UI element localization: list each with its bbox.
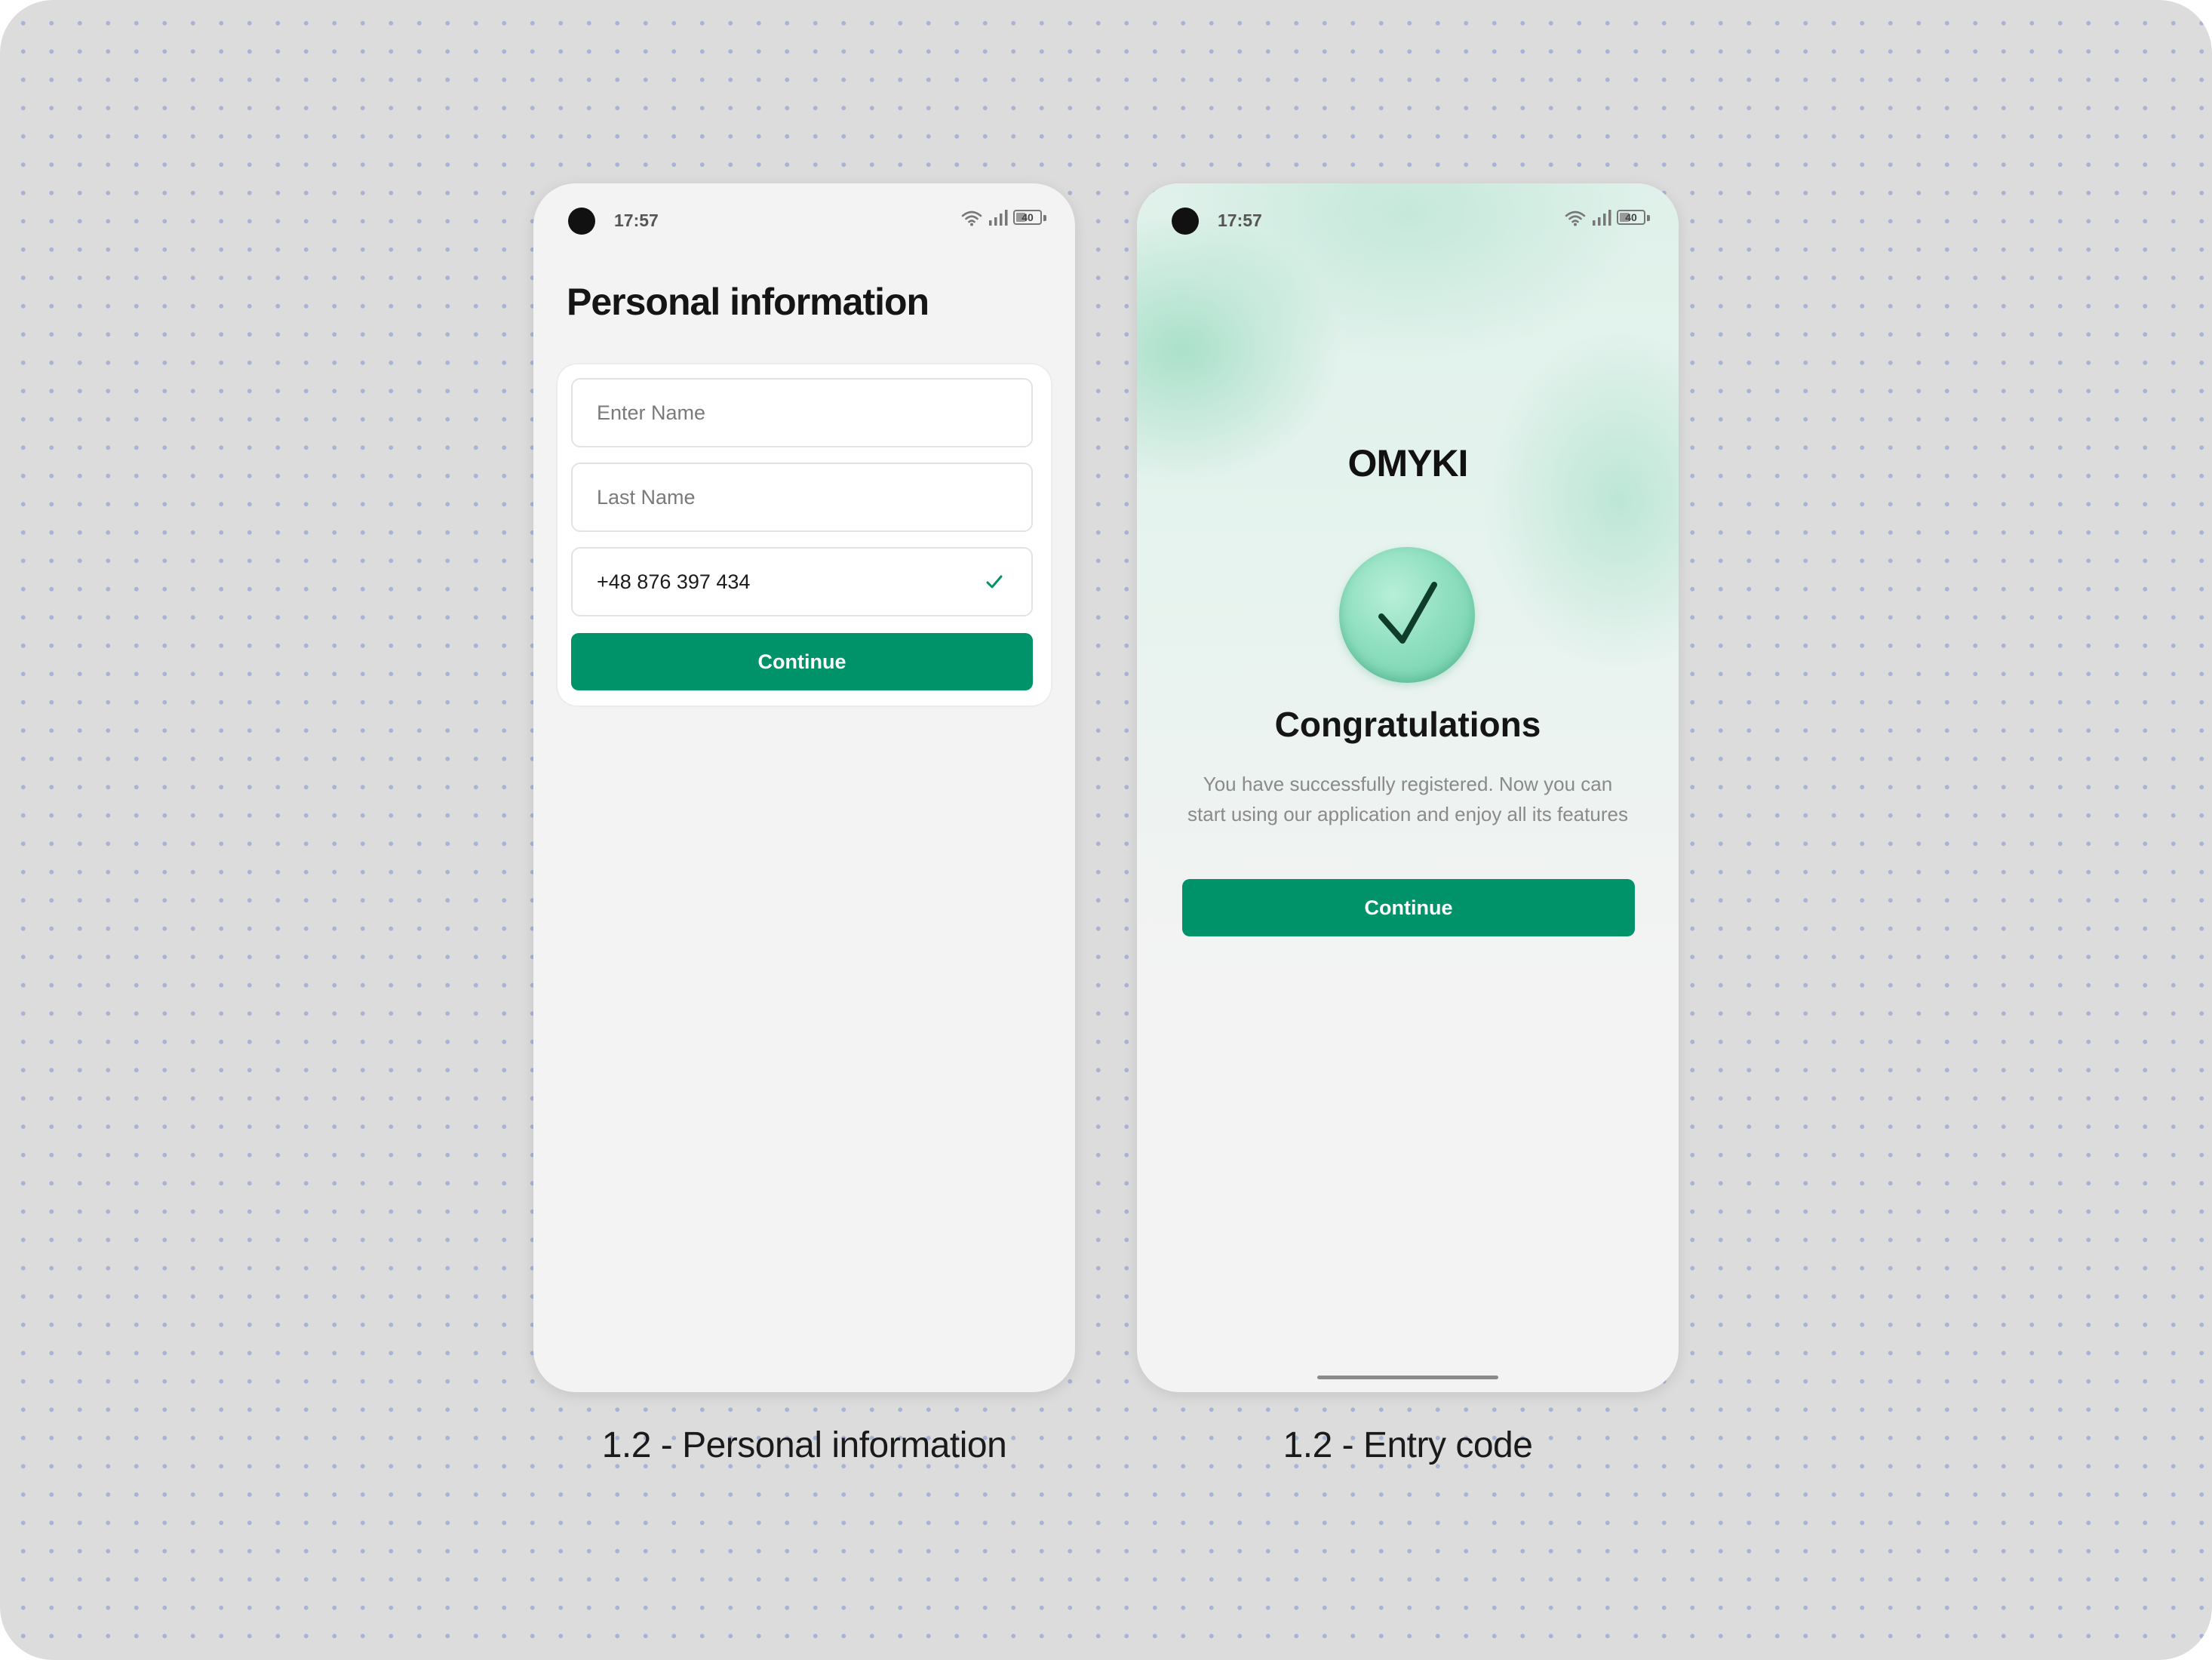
caption-entry-code: 1.2 - Entry code bbox=[1283, 1425, 1533, 1465]
status-bar: 17:57 40 bbox=[533, 183, 1075, 259]
battery-icon: 40 bbox=[1617, 210, 1650, 226]
battery-level: 40 bbox=[1625, 211, 1637, 223]
success-badge bbox=[1339, 547, 1475, 683]
status-bar: 17:57 40 bbox=[1137, 183, 1679, 259]
signal-icon bbox=[989, 210, 1008, 226]
status-time: 17:57 bbox=[614, 211, 659, 230]
wifi-icon bbox=[961, 211, 982, 226]
personal-info-form: Enter Name Last Name +48 876 397 434 Con… bbox=[558, 364, 1051, 706]
phone-value: +48 876 397 434 bbox=[597, 570, 751, 593]
app-logo: OMYKI bbox=[1347, 442, 1469, 484]
success-heading: Congratulations bbox=[1274, 705, 1541, 744]
status-time: 17:57 bbox=[1218, 211, 1262, 230]
check-icon bbox=[986, 575, 1003, 589]
canvas-background: 17:57 40 Personal information Enter Name… bbox=[0, 0, 2212, 1660]
camera-cutout bbox=[1172, 208, 1199, 235]
last-name-field[interactable]: Last Name bbox=[571, 463, 1033, 532]
battery-level: 40 bbox=[1022, 211, 1034, 223]
last-name-placeholder: Last Name bbox=[597, 486, 696, 509]
continue-button[interactable]: Continue bbox=[571, 633, 1033, 690]
first-name-placeholder: Enter Name bbox=[597, 401, 706, 424]
home-indicator bbox=[1317, 1376, 1498, 1379]
status-icons: 40 bbox=[960, 209, 1046, 227]
battery-icon: 40 bbox=[1013, 210, 1046, 226]
phone-field[interactable]: +48 876 397 434 bbox=[571, 547, 1033, 616]
phone-congratulations: 17:57 40 OMYKI Congratulations You have … bbox=[1137, 183, 1679, 1392]
phone-personal-information: 17:57 40 Personal information Enter Name… bbox=[533, 183, 1075, 1392]
check-icon bbox=[1378, 582, 1437, 644]
page-title: Personal information bbox=[567, 281, 929, 323]
signal-icon bbox=[1593, 210, 1611, 226]
continue-button[interactable]: Continue bbox=[1182, 879, 1635, 936]
success-description: You have successfully registered. Now yo… bbox=[1187, 773, 1628, 825]
status-icons: 40 bbox=[1564, 209, 1650, 227]
first-name-field[interactable]: Enter Name bbox=[571, 378, 1033, 447]
wifi-icon bbox=[1565, 211, 1586, 226]
camera-cutout bbox=[568, 208, 595, 235]
caption-personal-information: 1.2 - Personal information bbox=[601, 1425, 1007, 1465]
